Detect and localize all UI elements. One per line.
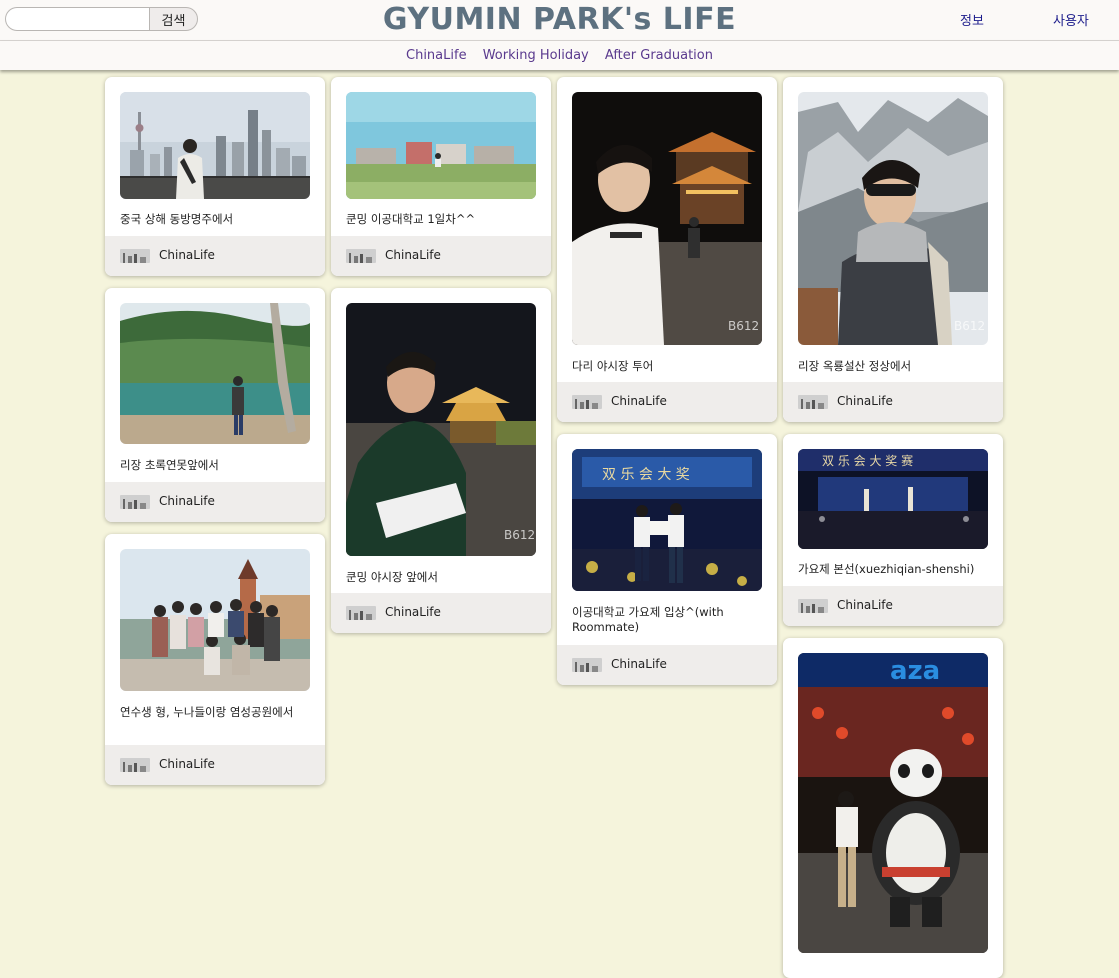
post-photo[interactable]: B612 — [346, 303, 536, 556]
post-footer: ChinaLife — [105, 482, 325, 522]
post-footer: ChinaLife — [557, 645, 777, 685]
svg-text:aza: aza — [890, 656, 940, 686]
category-thumbnail — [120, 758, 150, 772]
nav-working-holiday[interactable]: Working Holiday — [483, 48, 589, 63]
post-photo[interactable] — [346, 92, 536, 199]
category-thumbnail — [120, 249, 150, 263]
post-photo[interactable] — [120, 303, 310, 444]
post-caption: 중국 상해 동방명주에서 — [120, 212, 234, 226]
category-label[interactable]: ChinaLife — [837, 394, 893, 408]
category-thumbnail — [798, 395, 828, 409]
svg-text:B612: B612 — [728, 319, 759, 333]
post-caption: 이공대학교 가요제 입상^(with Roommate) — [572, 605, 724, 634]
svg-text:双 乐 会 大 奖 赛: 双 乐 会 大 奖 赛 — [822, 453, 913, 468]
category-thumbnail — [120, 495, 150, 509]
post-caption: 연수생 형, 누나들이랑 염성공원에서 — [120, 705, 294, 719]
post-card[interactable]: B612 다리 야시장 투어 ChinaLife — [557, 77, 777, 422]
post-card[interactable]: B612 쿤밍 야시장 앞에서 ChinaLife — [331, 288, 551, 633]
post-caption: 다리 야시장 투어 — [572, 359, 654, 373]
category-label[interactable]: ChinaLife — [837, 598, 893, 612]
user-link[interactable]: 사용자 — [1053, 10, 1089, 29]
post-footer: ChinaLife — [783, 382, 1003, 422]
post-footer: ChinaLife — [331, 236, 551, 276]
category-thumbnail — [346, 606, 376, 620]
nav-chinalife[interactable]: ChinaLife — [406, 48, 467, 63]
svg-text:双 乐 会 大 奖: 双 乐 会 大 奖 — [602, 466, 690, 483]
post-card[interactable]: 쿤밍 이공대학교 1일차^^ ChinaLife — [331, 77, 551, 276]
post-card[interactable]: B612 리장 옥룡설산 정상에서 ChinaLife — [783, 77, 1003, 422]
post-card[interactable]: aza — [783, 638, 1003, 978]
post-card[interactable]: 双 乐 会 大 奖 이공대학교 가요제 입상^(with Roommate) C… — [557, 434, 777, 685]
category-thumbnail — [346, 249, 376, 263]
category-thumbnail — [798, 599, 828, 613]
post-photo[interactable] — [120, 549, 310, 691]
post-card[interactable]: 双 乐 会 大 奖 赛 가요제 본선(xuezhiqian-shenshi) C… — [783, 434, 1003, 626]
post-caption: 쿤밍 이공대학교 1일차^^ — [346, 212, 476, 226]
category-label[interactable]: ChinaLife — [159, 248, 215, 262]
category-nav: ChinaLife Working Holiday After Graduati… — [0, 41, 1119, 70]
post-caption: 가요제 본선(xuezhiqian-shenshi) — [798, 562, 975, 576]
post-footer: ChinaLife — [783, 586, 1003, 626]
svg-text:B612: B612 — [504, 528, 535, 542]
nav-after-graduation[interactable]: After Graduation — [605, 48, 713, 63]
post-card[interactable]: 중국 상해 동방명주에서 ChinaLife — [105, 77, 325, 276]
post-photo[interactable] — [120, 92, 310, 199]
svg-text:B612: B612 — [954, 319, 985, 333]
post-footer: ChinaLife — [331, 593, 551, 633]
post-photo[interactable]: B612 — [572, 92, 762, 345]
post-footer: ChinaLife — [557, 382, 777, 422]
category-label[interactable]: ChinaLife — [159, 494, 215, 508]
post-photo[interactable]: 双 乐 会 大 奖 — [572, 449, 762, 591]
site-title[interactable]: GYUMIN PARK's LIFE — [0, 2, 1119, 37]
post-card[interactable]: 리장 초록연못앞에서 ChinaLife — [105, 288, 325, 522]
post-caption: 리장 초록연못앞에서 — [120, 458, 219, 472]
category-label[interactable]: ChinaLife — [159, 757, 215, 771]
post-footer: ChinaLife — [105, 745, 325, 785]
category-label[interactable]: ChinaLife — [385, 605, 441, 619]
post-photo[interactable]: aza — [798, 653, 988, 953]
post-caption: 리장 옥룡설산 정상에서 — [798, 359, 912, 373]
category-thumbnail — [572, 395, 602, 409]
category-label[interactable]: ChinaLife — [385, 248, 441, 262]
post-photo[interactable]: 双 乐 会 大 奖 赛 — [798, 449, 988, 549]
category-label[interactable]: ChinaLife — [611, 394, 667, 408]
category-thumbnail — [572, 658, 602, 672]
post-caption: 쿤밍 야시장 앞에서 — [346, 570, 438, 584]
header: 검색 GYUMIN PARK's LIFE 정보 사용자 — [0, 0, 1119, 41]
post-card[interactable]: 연수생 형, 누나들이랑 염성공원에서 ChinaLife — [105, 534, 325, 785]
post-photo[interactable]: B612 — [798, 92, 988, 345]
info-link[interactable]: 정보 — [960, 10, 984, 29]
post-footer: ChinaLife — [105, 236, 325, 276]
category-label[interactable]: ChinaLife — [611, 657, 667, 671]
